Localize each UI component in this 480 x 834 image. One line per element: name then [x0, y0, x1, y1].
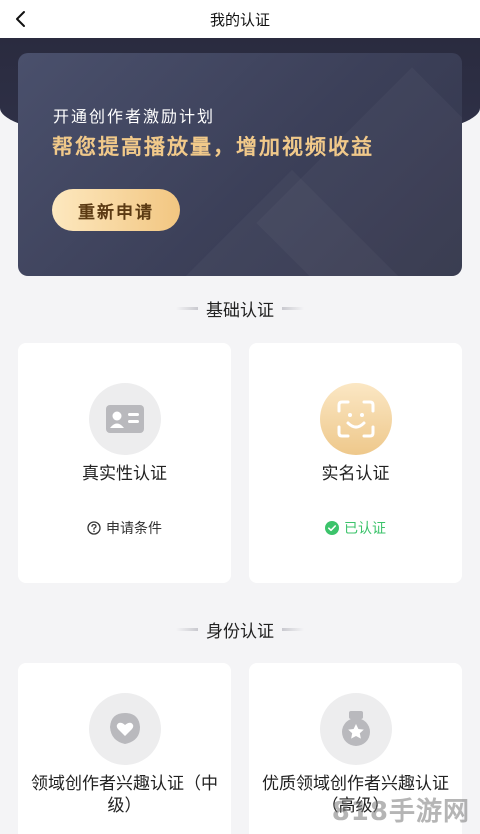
note-text: 申请条件	[106, 521, 162, 537]
card-icon-circle	[89, 383, 161, 455]
watermark: 818手游网	[331, 797, 470, 827]
section-title-basic: 基础认证	[0, 296, 480, 321]
check-circle-icon	[325, 521, 339, 535]
banner-subtitle: 开通创作者激励计划	[53, 107, 216, 126]
card-label: 真实性认证	[82, 464, 167, 484]
question-circle-icon	[87, 521, 101, 535]
chevron-left-icon	[16, 11, 25, 27]
title-decoration	[282, 306, 304, 310]
card-icon-circle	[320, 383, 392, 455]
card-domain-creator-intermediate[interactable]: 领域创作者兴趣认证（中级）	[18, 663, 231, 834]
heart-badge-icon	[110, 713, 140, 744]
card-icon-circle	[89, 693, 161, 765]
banner-title: 帮您提高播放量，增加视频收益	[52, 135, 374, 159]
section-title-text: 身份认证	[206, 621, 274, 642]
verified-status: 已认证	[249, 518, 462, 538]
card-authenticity[interactable]: 真实性认证 申请条件	[18, 343, 231, 583]
status-text: 已认证	[344, 521, 386, 537]
card-label: 领域创作者兴趣认证（中级）	[31, 774, 218, 816]
top-bar: 我的认证	[0, 0, 480, 38]
title-decoration	[282, 627, 304, 631]
title-decoration	[176, 627, 198, 631]
incentive-banner: 开通创作者激励计划 帮您提高播放量，增加视频收益 重新申请	[18, 53, 462, 276]
apply-conditions-link[interactable]: 申请条件	[18, 518, 231, 538]
card-real-name[interactable]: 实名认证 已认证	[249, 343, 462, 583]
card-label: 实名认证	[321, 464, 390, 484]
section-title-identity: 身份认证	[0, 617, 480, 642]
reapply-button[interactable]: 重新申请	[52, 189, 180, 231]
back-button[interactable]	[8, 6, 34, 32]
card-icon-circle	[320, 693, 392, 765]
id-card-icon	[106, 405, 144, 433]
star-medal-icon	[342, 711, 370, 746]
section-title-text: 基础认证	[206, 300, 274, 321]
page-title: 我的认证	[209, 10, 270, 29]
title-decoration	[176, 306, 198, 310]
face-scan-icon	[337, 400, 375, 438]
